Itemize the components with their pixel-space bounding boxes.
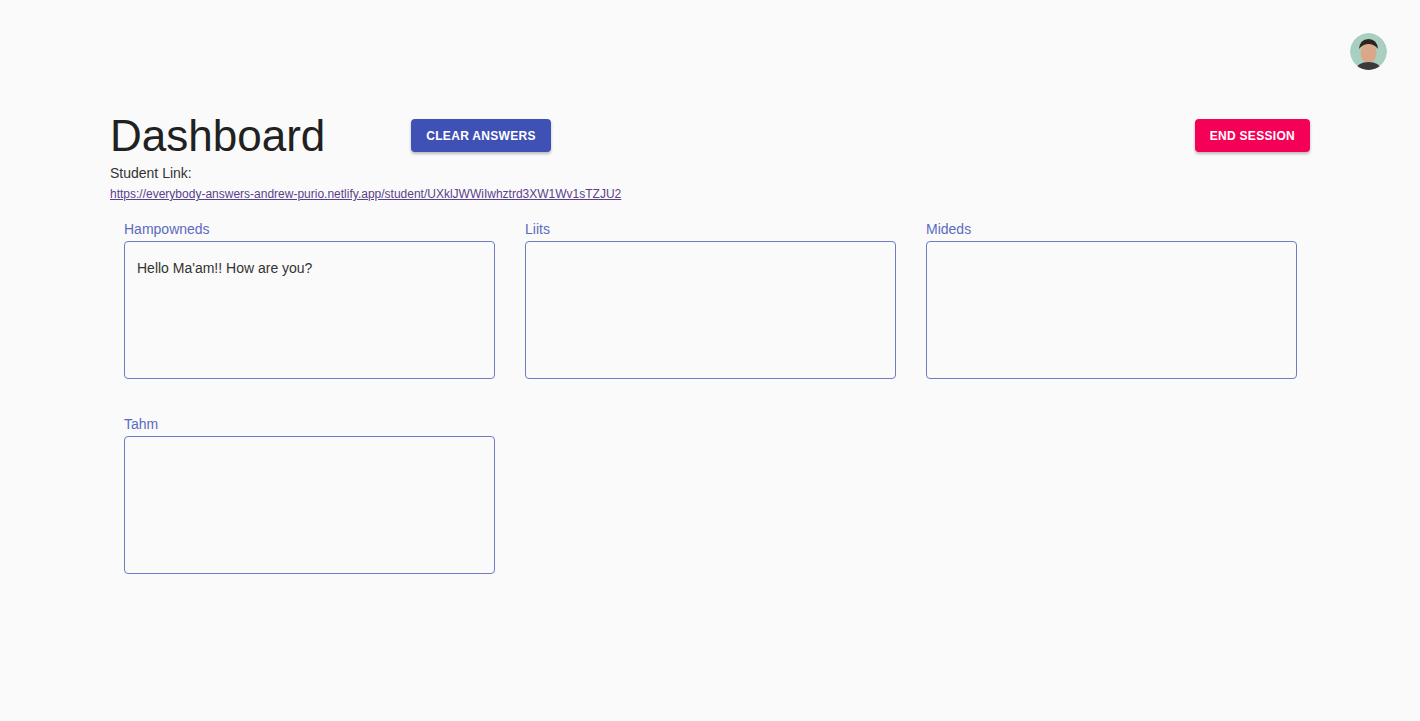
student-answer: [525, 241, 896, 379]
student-name: Tahm: [124, 415, 495, 433]
student-card: Mideds: [926, 220, 1297, 379]
dashboard-main: Dashboard CLEAR ANSWERS END SESSION Student…: [0, 112, 1420, 574]
student-name: Mideds: [926, 220, 1297, 238]
clear-answers-button[interactable]: CLEAR ANSWERS: [411, 119, 550, 152]
student-name: Liits: [525, 220, 896, 238]
user-avatar[interactable]: [1350, 33, 1387, 70]
student-answer: [124, 436, 495, 574]
top-bar: [0, 0, 1420, 70]
student-answer: Hello Ma'am!! How are you?: [124, 241, 495, 379]
student-card: Tahm: [124, 415, 495, 574]
dashboard-header: Dashboard CLEAR ANSWERS END SESSION: [110, 112, 1310, 160]
dashboard-page: Dashboard CLEAR ANSWERS END SESSION Student…: [0, 0, 1420, 721]
student-link[interactable]: https://everybody-answers-andrew-purio.n…: [110, 186, 621, 202]
student-card: Liits: [525, 220, 896, 379]
student-name: Hampowneds: [124, 220, 495, 238]
student-answer: [926, 241, 1297, 379]
student-link-label: Student Link:: [110, 165, 1310, 182]
student-grid: Hampowneds Hello Ma'am!! How are you? Liit…: [110, 220, 1310, 574]
student-card: Hampowneds Hello Ma'am!! How are you?: [124, 220, 495, 379]
dashboard-title: Dashboard: [110, 112, 325, 160]
user-avatar-icon: [1350, 33, 1387, 70]
end-session-button[interactable]: END SESSION: [1195, 119, 1310, 152]
